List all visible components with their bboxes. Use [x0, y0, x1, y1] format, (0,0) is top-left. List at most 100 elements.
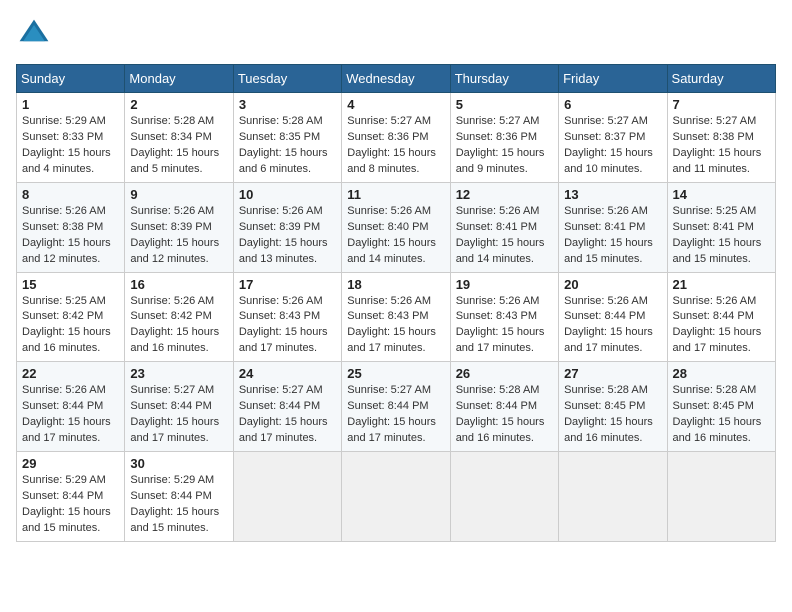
sunset-label: Sunset: 8:39 PM	[239, 221, 320, 233]
sunset-label: Sunset: 8:45 PM	[673, 400, 754, 412]
daylight-label: Daylight: 15 hours and 17 minutes.	[347, 416, 436, 444]
sunset-label: Sunset: 8:43 PM	[347, 310, 428, 322]
calendar-header-sunday: Sunday	[17, 65, 125, 93]
daylight-label: Daylight: 15 hours and 16 minutes.	[130, 326, 219, 354]
day-number: 1	[22, 97, 119, 112]
day-number: 23	[130, 366, 227, 381]
daylight-label: Daylight: 15 hours and 17 minutes.	[22, 416, 111, 444]
calendar-cell: 26 Sunrise: 5:28 AM Sunset: 8:44 PM Dayl…	[450, 362, 558, 452]
day-info: Sunrise: 5:28 AM Sunset: 8:34 PM Dayligh…	[130, 114, 227, 178]
day-number: 7	[673, 97, 770, 112]
calendar-cell: 27 Sunrise: 5:28 AM Sunset: 8:45 PM Dayl…	[559, 362, 667, 452]
day-info: Sunrise: 5:27 AM Sunset: 8:38 PM Dayligh…	[673, 114, 770, 178]
day-info: Sunrise: 5:27 AM Sunset: 8:44 PM Dayligh…	[347, 383, 444, 447]
sunrise-label: Sunrise: 5:27 AM	[347, 115, 431, 127]
sunrise-label: Sunrise: 5:26 AM	[22, 205, 106, 217]
calendar-cell: 14 Sunrise: 5:25 AM Sunset: 8:41 PM Dayl…	[667, 182, 775, 272]
sunrise-label: Sunrise: 5:27 AM	[564, 115, 648, 127]
calendar-cell: 7 Sunrise: 5:27 AM Sunset: 8:38 PM Dayli…	[667, 93, 775, 183]
sunrise-label: Sunrise: 5:27 AM	[673, 115, 757, 127]
sunset-label: Sunset: 8:41 PM	[456, 221, 537, 233]
calendar-cell: 13 Sunrise: 5:26 AM Sunset: 8:41 PM Dayl…	[559, 182, 667, 272]
calendar-cell	[559, 452, 667, 542]
sunrise-label: Sunrise: 5:28 AM	[673, 384, 757, 396]
calendar-cell: 28 Sunrise: 5:28 AM Sunset: 8:45 PM Dayl…	[667, 362, 775, 452]
calendar-cell	[342, 452, 450, 542]
day-number: 4	[347, 97, 444, 112]
calendar-cell: 11 Sunrise: 5:26 AM Sunset: 8:40 PM Dayl…	[342, 182, 450, 272]
day-info: Sunrise: 5:26 AM Sunset: 8:41 PM Dayligh…	[564, 204, 661, 268]
day-number: 27	[564, 366, 661, 381]
daylight-label: Daylight: 15 hours and 6 minutes.	[239, 147, 328, 175]
sunrise-label: Sunrise: 5:26 AM	[456, 295, 540, 307]
calendar-table: SundayMondayTuesdayWednesdayThursdayFrid…	[16, 64, 776, 542]
daylight-label: Daylight: 15 hours and 15 minutes.	[130, 506, 219, 534]
day-info: Sunrise: 5:28 AM Sunset: 8:44 PM Dayligh…	[456, 383, 553, 447]
calendar-cell: 5 Sunrise: 5:27 AM Sunset: 8:36 PM Dayli…	[450, 93, 558, 183]
daylight-label: Daylight: 15 hours and 17 minutes.	[456, 326, 545, 354]
sunrise-label: Sunrise: 5:25 AM	[673, 205, 757, 217]
sunset-label: Sunset: 8:38 PM	[22, 221, 103, 233]
sunset-label: Sunset: 8:41 PM	[564, 221, 645, 233]
sunrise-label: Sunrise: 5:26 AM	[347, 205, 431, 217]
calendar-cell: 12 Sunrise: 5:26 AM Sunset: 8:41 PM Dayl…	[450, 182, 558, 272]
calendar-cell: 10 Sunrise: 5:26 AM Sunset: 8:39 PM Dayl…	[233, 182, 341, 272]
calendar-cell: 4 Sunrise: 5:27 AM Sunset: 8:36 PM Dayli…	[342, 93, 450, 183]
sunrise-label: Sunrise: 5:28 AM	[130, 115, 214, 127]
day-info: Sunrise: 5:26 AM Sunset: 8:44 PM Dayligh…	[673, 294, 770, 358]
sunrise-label: Sunrise: 5:28 AM	[239, 115, 323, 127]
day-number: 25	[347, 366, 444, 381]
sunrise-label: Sunrise: 5:27 AM	[239, 384, 323, 396]
daylight-label: Daylight: 15 hours and 17 minutes.	[130, 416, 219, 444]
calendar-cell: 6 Sunrise: 5:27 AM Sunset: 8:37 PM Dayli…	[559, 93, 667, 183]
day-number: 3	[239, 97, 336, 112]
sunrise-label: Sunrise: 5:27 AM	[456, 115, 540, 127]
day-info: Sunrise: 5:26 AM Sunset: 8:39 PM Dayligh…	[130, 204, 227, 268]
sunset-label: Sunset: 8:43 PM	[456, 310, 537, 322]
daylight-label: Daylight: 15 hours and 10 minutes.	[564, 147, 653, 175]
daylight-label: Daylight: 15 hours and 5 minutes.	[130, 147, 219, 175]
calendar-cell	[667, 452, 775, 542]
sunrise-label: Sunrise: 5:28 AM	[456, 384, 540, 396]
sunset-label: Sunset: 8:43 PM	[239, 310, 320, 322]
day-number: 8	[22, 187, 119, 202]
sunset-label: Sunset: 8:33 PM	[22, 131, 103, 143]
calendar-cell: 9 Sunrise: 5:26 AM Sunset: 8:39 PM Dayli…	[125, 182, 233, 272]
calendar-header-saturday: Saturday	[667, 65, 775, 93]
calendar-cell: 23 Sunrise: 5:27 AM Sunset: 8:44 PM Dayl…	[125, 362, 233, 452]
day-number: 18	[347, 277, 444, 292]
calendar-header-row: SundayMondayTuesdayWednesdayThursdayFrid…	[17, 65, 776, 93]
sunset-label: Sunset: 8:40 PM	[347, 221, 428, 233]
daylight-label: Daylight: 15 hours and 17 minutes.	[673, 326, 762, 354]
daylight-label: Daylight: 15 hours and 17 minutes.	[347, 326, 436, 354]
calendar-cell: 21 Sunrise: 5:26 AM Sunset: 8:44 PM Dayl…	[667, 272, 775, 362]
calendar-cell: 8 Sunrise: 5:26 AM Sunset: 8:38 PM Dayli…	[17, 182, 125, 272]
day-number: 30	[130, 456, 227, 471]
sunrise-label: Sunrise: 5:26 AM	[130, 295, 214, 307]
sunset-label: Sunset: 8:44 PM	[130, 400, 211, 412]
sunrise-label: Sunrise: 5:26 AM	[673, 295, 757, 307]
sunset-label: Sunset: 8:38 PM	[673, 131, 754, 143]
day-info: Sunrise: 5:26 AM Sunset: 8:38 PM Dayligh…	[22, 204, 119, 268]
sunrise-label: Sunrise: 5:26 AM	[564, 205, 648, 217]
calendar-header-friday: Friday	[559, 65, 667, 93]
calendar-cell: 22 Sunrise: 5:26 AM Sunset: 8:44 PM Dayl…	[17, 362, 125, 452]
sunset-label: Sunset: 8:42 PM	[22, 310, 103, 322]
calendar-cell: 3 Sunrise: 5:28 AM Sunset: 8:35 PM Dayli…	[233, 93, 341, 183]
sunset-label: Sunset: 8:44 PM	[456, 400, 537, 412]
sunrise-label: Sunrise: 5:28 AM	[564, 384, 648, 396]
daylight-label: Daylight: 15 hours and 12 minutes.	[22, 237, 111, 265]
day-number: 9	[130, 187, 227, 202]
calendar-cell: 24 Sunrise: 5:27 AM Sunset: 8:44 PM Dayl…	[233, 362, 341, 452]
day-number: 2	[130, 97, 227, 112]
day-number: 6	[564, 97, 661, 112]
calendar-week-row: 15 Sunrise: 5:25 AM Sunset: 8:42 PM Dayl…	[17, 272, 776, 362]
calendar-header-tuesday: Tuesday	[233, 65, 341, 93]
logo-icon	[16, 16, 52, 52]
day-info: Sunrise: 5:29 AM Sunset: 8:44 PM Dayligh…	[22, 473, 119, 537]
sunset-label: Sunset: 8:44 PM	[22, 490, 103, 502]
day-number: 28	[673, 366, 770, 381]
day-number: 12	[456, 187, 553, 202]
sunrise-label: Sunrise: 5:26 AM	[347, 295, 431, 307]
day-number: 10	[239, 187, 336, 202]
